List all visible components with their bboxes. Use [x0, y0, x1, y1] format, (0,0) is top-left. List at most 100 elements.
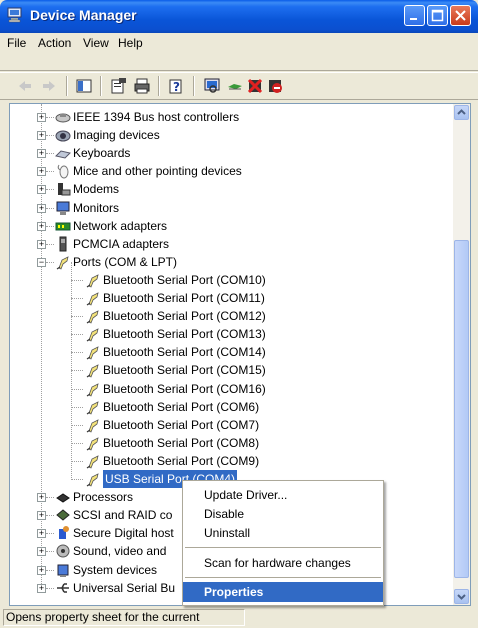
uninstall-icon[interactable]: [246, 77, 264, 95]
tree-category-item[interactable]: + Keyboards: [10, 144, 450, 162]
tree-item-label: PCMCIA adapters: [73, 236, 170, 251]
menu-properties[interactable]: Properties: [183, 582, 383, 602]
print-icon[interactable]: [133, 77, 151, 95]
tree-item-label: Bluetooth Serial Port (COM8): [103, 435, 260, 450]
scrollbar-thumb[interactable]: [454, 240, 469, 578]
menu-action[interactable]: Action: [38, 36, 71, 50]
context-menu: Update Driver... Disable Uninstall Scan …: [182, 480, 384, 606]
tree-category-item[interactable]: + Imaging devices: [10, 126, 450, 144]
tree-item-label: Monitors: [73, 200, 120, 215]
network-adapter-icon: [55, 218, 71, 234]
maximize-button[interactable]: [427, 5, 448, 26]
tree-item-label: Bluetooth Serial Port (COM15): [103, 363, 266, 378]
tree-child-item[interactable]: Bluetooth Serial Port (COM6): [10, 398, 450, 416]
menu-divider: [0, 70, 478, 71]
scroll-down-icon: [457, 594, 466, 600]
menu-separator: [185, 577, 381, 578]
tree-child-item[interactable]: Bluetooth Serial Port (COM10): [10, 271, 450, 289]
window-title: Device Manager: [30, 7, 137, 23]
processor-icon: [55, 489, 71, 505]
help-icon[interactable]: ?: [168, 77, 186, 95]
collapse-toggle[interactable]: −: [37, 257, 46, 267]
device-manager-window: Device Manager File Action View Help ? +…: [0, 0, 478, 628]
back-icon[interactable]: [16, 77, 34, 95]
expand-toggle[interactable]: +: [37, 565, 46, 575]
port-icon: [85, 435, 101, 451]
tree-category-item[interactable]: + Mice and other pointing devices: [10, 162, 450, 180]
expand-toggle[interactable]: +: [37, 131, 46, 141]
tree-item-label: Bluetooth Serial Port (COM7): [103, 417, 260, 432]
close-button[interactable]: [450, 5, 471, 26]
tree-item-label: Bluetooth Serial Port (COM12): [103, 309, 266, 324]
sound-icon: [55, 543, 71, 559]
menu-disable[interactable]: Disable: [183, 504, 383, 524]
expand-toggle[interactable]: +: [37, 547, 46, 557]
expand-toggle[interactable]: +: [37, 221, 46, 231]
tree-category-item[interactable]: + Network adapters: [10, 217, 450, 235]
tree-child-item[interactable]: Bluetooth Serial Port (COM9): [10, 452, 450, 470]
port-icon: [85, 362, 101, 378]
tree-item-label: Bluetooth Serial Port (COM10): [103, 272, 266, 287]
expand-toggle[interactable]: +: [37, 583, 46, 593]
tree-item-label: Bluetooth Serial Port (COM6): [103, 399, 260, 414]
menu-update-driver[interactable]: Update Driver...: [183, 485, 383, 505]
tree-item-label: Keyboards: [73, 146, 131, 161]
tree-category-item[interactable]: + IEEE 1394 Bus host controllers: [10, 108, 450, 126]
properties-icon[interactable]: [110, 77, 128, 95]
tree-item-label: Bluetooth Serial Port (COM16): [103, 381, 266, 396]
tree-line: [71, 279, 83, 281]
menu-scan-hardware[interactable]: Scan for hardware changes: [183, 553, 383, 573]
title-bar[interactable]: Device Manager: [0, 0, 478, 33]
expand-toggle[interactable]: +: [37, 167, 46, 177]
tree-category-item[interactable]: + PCMCIA adapters: [10, 235, 450, 253]
menu-separator: [185, 547, 381, 548]
port-icon: [85, 471, 101, 487]
tree-item-label: System devices: [73, 562, 158, 577]
expand-toggle[interactable]: +: [37, 493, 46, 503]
tree-child-item[interactable]: Bluetooth Serial Port (COM15): [10, 361, 450, 379]
tree-line: [46, 225, 54, 227]
update-driver-icon[interactable]: [226, 77, 244, 95]
tree-category-item[interactable]: + Monitors: [10, 199, 450, 217]
tree-child-item[interactable]: Bluetooth Serial Port (COM13): [10, 325, 450, 343]
scroll-down-button[interactable]: [454, 589, 469, 604]
tree-category-item[interactable]: + Modems: [10, 180, 450, 198]
scan-hardware-icon[interactable]: [203, 77, 221, 95]
disable-icon[interactable]: [266, 77, 284, 95]
tree-child-item[interactable]: Bluetooth Serial Port (COM11): [10, 289, 450, 307]
tree-line: [46, 569, 54, 571]
menu-file[interactable]: File: [7, 36, 26, 50]
minimize-button[interactable]: [404, 5, 425, 26]
menu-view[interactable]: View: [83, 36, 109, 50]
port-icon: [85, 272, 101, 288]
expand-toggle[interactable]: +: [37, 203, 46, 213]
forward-icon[interactable]: [40, 77, 58, 95]
menu-uninstall[interactable]: Uninstall: [183, 523, 383, 543]
show-hide-console-tree-icon[interactable]: [75, 77, 93, 95]
keyboard-icon: [55, 145, 71, 161]
tree-item-label: Bluetooth Serial Port (COM13): [103, 327, 266, 342]
expand-toggle[interactable]: +: [37, 511, 46, 521]
expand-toggle[interactable]: +: [37, 239, 46, 249]
expand-toggle[interactable]: +: [37, 113, 46, 122]
menu-help[interactable]: Help: [118, 36, 143, 50]
expand-toggle[interactable]: +: [37, 529, 46, 539]
tree-line: [46, 551, 54, 553]
tree-child-item[interactable]: Bluetooth Serial Port (COM8): [10, 434, 450, 452]
tree-child-item[interactable]: Bluetooth Serial Port (COM7): [10, 416, 450, 434]
port-icon: [85, 326, 101, 342]
tree-child-item[interactable]: Bluetooth Serial Port (COM12): [10, 307, 450, 325]
port-icon: [85, 399, 101, 415]
expand-toggle[interactable]: +: [37, 149, 46, 159]
tree-item-label: Bluetooth Serial Port (COM11): [103, 291, 265, 305]
expand-toggle[interactable]: +: [37, 185, 46, 195]
tree-line: [46, 153, 54, 155]
vertical-scrollbar[interactable]: [453, 104, 470, 605]
scroll-up-button[interactable]: [454, 105, 469, 120]
tree-line: [46, 587, 54, 589]
port-icon: [85, 344, 101, 360]
tree-category-item[interactable]: − Ports (COM & LPT): [10, 253, 450, 271]
tree-item-label: Mice and other pointing devices: [73, 164, 242, 179]
tree-child-item[interactable]: Bluetooth Serial Port (COM14): [10, 343, 450, 361]
tree-child-item[interactable]: Bluetooth Serial Port (COM16): [10, 380, 450, 398]
